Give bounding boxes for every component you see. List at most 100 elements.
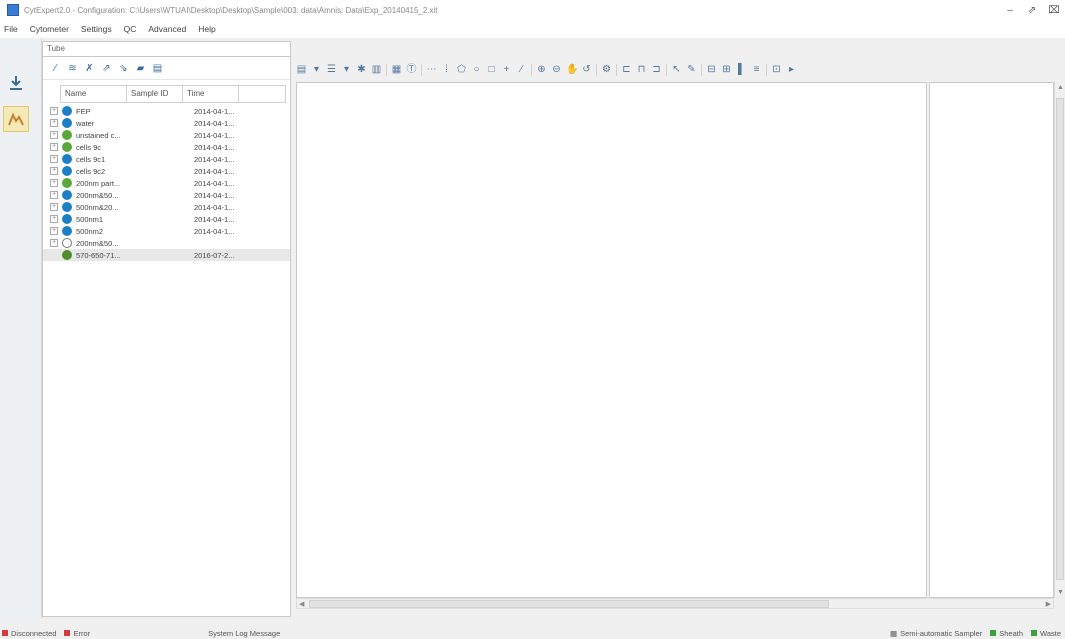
tube-row[interactable]: 570-650-71... 2016-07-2... [43, 249, 290, 261]
scroll-right-icon[interactable]: ▶ [1046, 600, 1051, 608]
plot-canvas[interactable] [296, 82, 927, 598]
menu-cytometer[interactable]: Cytometer [30, 24, 69, 34]
tube-row[interactable]: +500nm&20... 2014-04-1... [43, 201, 290, 213]
ellipse-gate-icon[interactable]: ○ [471, 64, 482, 76]
pan-icon[interactable]: ✋ [566, 64, 578, 76]
maximize-button[interactable]: ⇗ [1021, 5, 1043, 16]
align-center-icon[interactable]: ⊓ [636, 64, 647, 76]
menu-settings[interactable]: Settings [81, 24, 112, 34]
column-header-time[interactable]: Time [183, 86, 239, 102]
line-gate-icon[interactable]: ⋯ [426, 64, 437, 76]
tube-row[interactable]: +200nm part... 2014-04-1... [43, 177, 290, 189]
expand-icon[interactable]: + [50, 215, 58, 223]
tube-name: cells 9c2 [76, 166, 106, 176]
title-bar: CytExpert2.0 - Configuration: C:\Users\W… [0, 0, 1065, 20]
distribute-icon[interactable]: ⊟ [706, 64, 717, 76]
spacing-icon[interactable]: ≡ [751, 64, 762, 76]
reset-icon[interactable]: ↺ [581, 64, 592, 76]
expand-icon[interactable]: + [50, 119, 58, 127]
scroll-up-icon[interactable]: ▲ [1057, 84, 1064, 91]
size-icon[interactable]: ⊞ [721, 64, 732, 76]
vertical-gate-icon[interactable]: ⁞ [441, 64, 452, 76]
sampler-icon: ▦ [890, 628, 898, 638]
export-icon[interactable]: ▤ [151, 62, 164, 75]
tube-name: 500nm1 [76, 214, 104, 224]
expand-icon[interactable]: + [50, 143, 58, 151]
tube-row[interactable]: + FEP 2014-04-1... [43, 105, 290, 117]
menu-help[interactable]: Help [198, 24, 215, 34]
more-icon[interactable]: ▸ [786, 64, 797, 76]
expand-icon[interactable]: + [50, 191, 58, 199]
minimize-button[interactable]: – [999, 5, 1021, 16]
tube-time: 2016-07-2... [194, 250, 235, 260]
overlay-icon[interactable]: ⊡ [771, 64, 782, 76]
pen-icon[interactable]: ✎ [686, 64, 697, 76]
gate-icon[interactable]: ✱ [356, 64, 367, 76]
expand-icon[interactable]: + [50, 155, 58, 163]
tube-tool-icon[interactable]: ✗ [83, 62, 96, 75]
horizontal-scrollbar[interactable]: ◀ ▶ [296, 598, 1054, 609]
align-left-icon[interactable]: ⊏ [621, 64, 632, 76]
tube-row[interactable]: + cells 9c2 2014-04-1... [43, 165, 290, 177]
new-tube-icon[interactable]: ⁄ [49, 62, 62, 75]
plot-icon[interactable]: ▤ [296, 64, 307, 76]
column-header-name[interactable]: Name [61, 86, 127, 102]
disconnected-led-icon [2, 630, 8, 636]
rect-gate-icon[interactable]: □ [486, 64, 497, 76]
scroll-left-icon[interactable]: ◀ [299, 600, 304, 608]
analysis-button[interactable] [3, 106, 29, 132]
open-folder-icon[interactable]: ▰ [134, 62, 147, 75]
tube-row[interactable]: + unstained c... 2014-04-1... [43, 129, 290, 141]
sheath-label: Sheath [999, 628, 1024, 638]
align-right-icon[interactable]: ⊐ [651, 64, 662, 76]
expand-icon[interactable]: + [50, 179, 58, 187]
zoom-out-icon[interactable]: ⊖ [551, 64, 562, 76]
menu-qc[interactable]: QC [124, 24, 137, 34]
layout-icon[interactable]: ▥ [371, 64, 382, 76]
tube-row[interactable]: + cells 9c1 2014-04-1... [43, 153, 290, 165]
system-log-message[interactable]: System Log Message [208, 629, 280, 638]
expand-icon[interactable]: + [50, 167, 58, 175]
left-nav-bar [0, 38, 42, 618]
polygon-gate-icon[interactable]: ⬠ [456, 64, 467, 76]
tube-row[interactable]: +500nm2 2014-04-1... [43, 225, 290, 237]
scroll-down-icon[interactable]: ▼ [1057, 589, 1064, 596]
freehand-icon[interactable]: ∕ [516, 64, 527, 76]
menu-advanced[interactable]: Advanced [148, 24, 186, 34]
tube-row[interactable]: +200nm&50... 2014-04-1... [43, 189, 290, 201]
bar-icon[interactable]: ▌ [736, 64, 747, 76]
menu-file[interactable]: File [4, 24, 18, 34]
text-icon[interactable]: Ⓣ [406, 64, 417, 76]
horizontal-scroll-thumb[interactable] [309, 600, 829, 608]
dropdown-icon[interactable]: ▾ [311, 64, 322, 76]
tube-paste-icon[interactable]: ⇘ [117, 62, 130, 75]
tube-row[interactable]: + water 2014-04-1... [43, 117, 290, 129]
quad-gate-icon[interactable]: + [501, 64, 512, 76]
vertical-scrollbar[interactable]: ▲ ▼ [1054, 82, 1065, 598]
tube-row[interactable]: +500nm1 2014-04-1... [43, 213, 290, 225]
tube-time: 2014-04-1... [194, 154, 235, 164]
acquisition-download-button[interactable] [3, 70, 29, 96]
settings-icon[interactable]: ⚙ [601, 64, 612, 76]
tube-copy-icon[interactable]: ⇗ [100, 62, 113, 75]
zoom-in-icon[interactable]: ⊕ [536, 64, 547, 76]
waste-led-icon [1031, 630, 1038, 636]
dropdown2-icon[interactable]: ▾ [341, 64, 352, 76]
expand-icon[interactable]: + [50, 131, 58, 139]
new-sample-icon[interactable]: ≋ [66, 62, 79, 75]
expand-icon[interactable]: + [50, 239, 58, 247]
column-header-sample-id[interactable]: Sample ID [127, 86, 183, 102]
tube-time: 2014-04-1... [194, 142, 235, 152]
grid-icon[interactable]: ▦ [391, 64, 402, 76]
expand-icon[interactable]: + [50, 107, 58, 115]
list-icon[interactable]: ☰ [326, 64, 337, 76]
tube-row[interactable]: + cells 9c 2014-04-1... [43, 141, 290, 153]
close-button[interactable]: ⌧ [1043, 5, 1065, 16]
expand-icon[interactable]: + [50, 227, 58, 235]
expand-icon[interactable]: + [50, 203, 58, 211]
tube-row[interactable]: +200nm&50... [43, 237, 290, 249]
pointer-icon[interactable]: ↖ [671, 64, 682, 76]
tube-panel: ⁄ ≋ ✗ ⇗ ⇘ ▰ ▤ Name Sample ID Time + FEP 20… [42, 56, 291, 617]
vertical-scroll-thumb[interactable] [1056, 98, 1064, 580]
tube-time: 2014-04-1... [194, 130, 235, 140]
